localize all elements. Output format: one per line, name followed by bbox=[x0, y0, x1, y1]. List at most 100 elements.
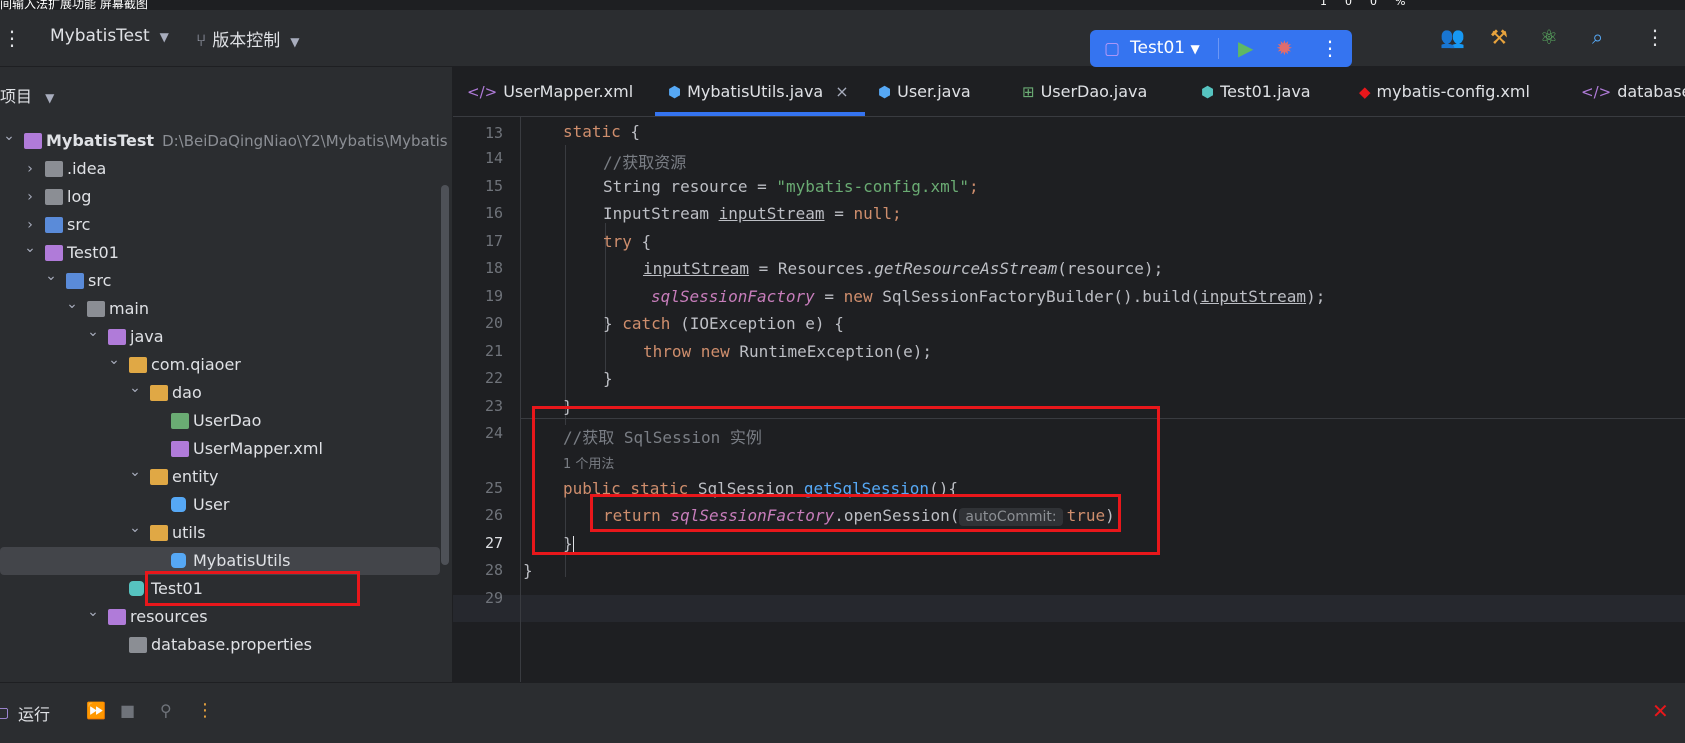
code-with-me-icon[interactable]: 👥 bbox=[1440, 27, 1465, 47]
code-line-17[interactable]: try { bbox=[603, 232, 651, 251]
package-icon bbox=[150, 525, 168, 541]
chevron-down-icon[interactable]: ⌄ bbox=[65, 290, 79, 318]
tree-node-mybatistest[interactable]: ⌄ MybatisTest D:\BeiDaQingNiao\Y2\Mybatis\… bbox=[0, 127, 447, 155]
tab-usermapper-xml[interactable]: </> UserMapper.xml bbox=[467, 82, 633, 101]
build-tools-icon[interactable]: ⚒ bbox=[1490, 27, 1508, 47]
folder-icon bbox=[45, 189, 63, 205]
tree-node-test01[interactable]: ⌄ Test01 bbox=[0, 239, 440, 267]
tree-node-main[interactable]: ⌄ main bbox=[0, 295, 440, 323]
close-tab-icon[interactable]: × bbox=[835, 82, 848, 101]
tab-test01-java[interactable]: ⬢ Test01.java bbox=[1201, 82, 1311, 101]
line-number: 24 bbox=[484, 424, 503, 442]
more-actions-icon[interactable]: ⋮ bbox=[1320, 38, 1340, 58]
search-icon[interactable]: ⌕ bbox=[1592, 27, 1603, 47]
chevron-down-icon[interactable]: ⌄ bbox=[107, 346, 121, 374]
line-number: 25 bbox=[484, 479, 503, 497]
rerun-icon[interactable]: ⏩ bbox=[86, 701, 106, 721]
indent-guide bbox=[565, 145, 566, 425]
tree-node-src[interactable]: › src bbox=[0, 211, 440, 239]
tab-userdao-java[interactable]: ⊞ UserDao.java bbox=[1022, 82, 1147, 101]
code-line-18[interactable]: inputStream = Resources.getResourceAsStr… bbox=[643, 259, 1163, 278]
tab-user-java[interactable]: ⬢ User.java bbox=[878, 82, 971, 101]
attach-icon[interactable]: ⚲ bbox=[160, 701, 172, 721]
chevron-down-icon[interactable]: ⌄ bbox=[86, 318, 100, 346]
run-configuration-widget[interactable]: ▢ Test01 ▼ ▶ ✹ ⋮ bbox=[1090, 30, 1352, 67]
stop-icon[interactable]: ■ bbox=[120, 701, 135, 721]
tree-node-log[interactable]: › log bbox=[0, 183, 440, 211]
tree-node-label: .idea bbox=[67, 159, 107, 178]
more-icon[interactable]: ⋮ bbox=[196, 701, 214, 721]
chevron-down-icon[interactable]: ⌄ bbox=[86, 598, 100, 626]
code-line-14[interactable]: //获取资源 bbox=[603, 149, 686, 173]
tree-node-user[interactable]: User bbox=[0, 491, 440, 519]
line-number: 18 bbox=[484, 259, 503, 277]
chevron-down-icon[interactable]: ⌄ bbox=[128, 514, 142, 542]
chevron-down-icon[interactable]: ⌄ bbox=[23, 234, 37, 262]
package-icon bbox=[150, 385, 168, 401]
tree-node-resources[interactable]: ⌄ resources bbox=[0, 603, 440, 631]
close-icon[interactable]: ✕ bbox=[1652, 701, 1669, 721]
project-switcher[interactable]: MybatisTest ▼ bbox=[50, 26, 169, 46]
vcs-widget[interactable]: ⑂ 版本控制 ▼ bbox=[196, 26, 299, 51]
tab-database[interactable]: </> database bbox=[1581, 82, 1685, 101]
run-config-name[interactable]: Test01 ▼ bbox=[1130, 38, 1200, 58]
tab-mybatis-config-xml[interactable]: ◆ mybatis-config.xml bbox=[1359, 82, 1530, 101]
tree-node-utils[interactable]: ⌄ utils bbox=[0, 519, 440, 547]
vertical-scrollbar[interactable] bbox=[441, 185, 449, 565]
code-line-22[interactable]: } bbox=[603, 369, 613, 388]
line-number: 14 bbox=[484, 149, 503, 167]
tree-node-label: User bbox=[193, 495, 230, 514]
tree-node-userdao[interactable]: UserDao bbox=[0, 407, 440, 435]
tree-node-java[interactable]: ⌄ java bbox=[0, 323, 440, 351]
debug-icon[interactable]: ✹ bbox=[1276, 38, 1293, 58]
tree-node-label: src bbox=[67, 215, 91, 234]
tree-node-dao[interactable]: ⌄ dao bbox=[0, 379, 440, 407]
code-line-13[interactable]: static { bbox=[563, 122, 640, 141]
line-number: 20 bbox=[484, 314, 503, 332]
tree-node-usermapper-xml[interactable]: UserMapper.xml bbox=[0, 435, 440, 463]
chevron-down-icon[interactable]: ⌄ bbox=[2, 122, 16, 150]
run-tab-label[interactable]: 运行 bbox=[18, 701, 50, 725]
chevron-down-icon[interactable]: ⌄ bbox=[128, 458, 142, 486]
code-line-28[interactable]: } bbox=[523, 561, 533, 580]
chevron-right-icon[interactable]: › bbox=[23, 183, 37, 211]
line-number: 19 bbox=[484, 287, 503, 305]
tree-node-entity[interactable]: ⌄ entity bbox=[0, 463, 440, 491]
code-line-19[interactable]: sqlSessionFactory = new SqlSessionFactor… bbox=[651, 287, 1325, 306]
highlight-box-return bbox=[590, 494, 1121, 532]
os-taskbar-strip: 间输入法扩展功能 屏幕截图 100% bbox=[0, 0, 1685, 10]
project-tool-window: 项目 ▼ ⌄ MybatisTest D:\BeiDaQingNiao\Y2\Myb… bbox=[0, 67, 453, 682]
class-icon bbox=[171, 497, 186, 512]
editor-tab-bar: </> UserMapper.xml ⬢ MybatisUtils.java × ⬢ Use… bbox=[453, 67, 1685, 117]
interface-icon bbox=[171, 413, 189, 429]
file-type-icon: ⬢ bbox=[878, 83, 892, 101]
main-menu-icon[interactable]: ⋮ bbox=[2, 28, 22, 48]
chevron-down-icon[interactable]: ⌄ bbox=[44, 262, 58, 290]
tree-node-com-qiaoer[interactable]: ⌄ com.qiaoer bbox=[0, 351, 440, 379]
tab-label: database bbox=[1617, 82, 1685, 101]
tab-mybatisutils-java[interactable]: ⬢ MybatisUtils.java × bbox=[668, 82, 849, 101]
main-toolbar: ⋮ MybatisTest ▼ ⑂ 版本控制 ▼ ▢ Test01 ▼ ▶ ✹ ⋮ 👥… bbox=[0, 10, 1685, 67]
highlight-box-tree bbox=[145, 571, 360, 606]
active-tab-indicator bbox=[655, 112, 865, 116]
run-icon[interactable]: ▶ bbox=[1238, 38, 1253, 58]
code-line-15[interactable]: String resource = "mybatis-config.xml"; bbox=[603, 177, 979, 196]
tree-node-label: dao bbox=[172, 383, 202, 402]
ai-assistant-icon[interactable]: ⚛ bbox=[1540, 27, 1558, 47]
line-number: 15 bbox=[484, 177, 503, 195]
code-line-21[interactable]: throw new RuntimeException(e); bbox=[643, 342, 932, 361]
tree-node-database-properties[interactable]: database.properties bbox=[0, 631, 440, 659]
chevron-right-icon[interactable]: › bbox=[23, 155, 37, 183]
folder-icon bbox=[87, 301, 105, 317]
source-folder-icon bbox=[66, 273, 84, 289]
code-line-20[interactable]: } catch (IOException e) { bbox=[603, 314, 844, 333]
tree-node-label: java bbox=[130, 327, 164, 346]
code-line-16[interactable]: InputStream inputStream = null; bbox=[603, 204, 902, 223]
line-number: 13 bbox=[484, 124, 503, 142]
tree-node--idea[interactable]: › .idea bbox=[0, 155, 440, 183]
chevron-down-icon[interactable]: ⌄ bbox=[128, 374, 142, 402]
project-panel-header[interactable]: 项目 ▼ bbox=[0, 83, 54, 107]
settings-more-icon[interactable]: ⋮ bbox=[1645, 27, 1665, 47]
chevron-down-icon: ▼ bbox=[45, 91, 55, 105]
chevron-down-icon: ▼ bbox=[290, 35, 300, 49]
